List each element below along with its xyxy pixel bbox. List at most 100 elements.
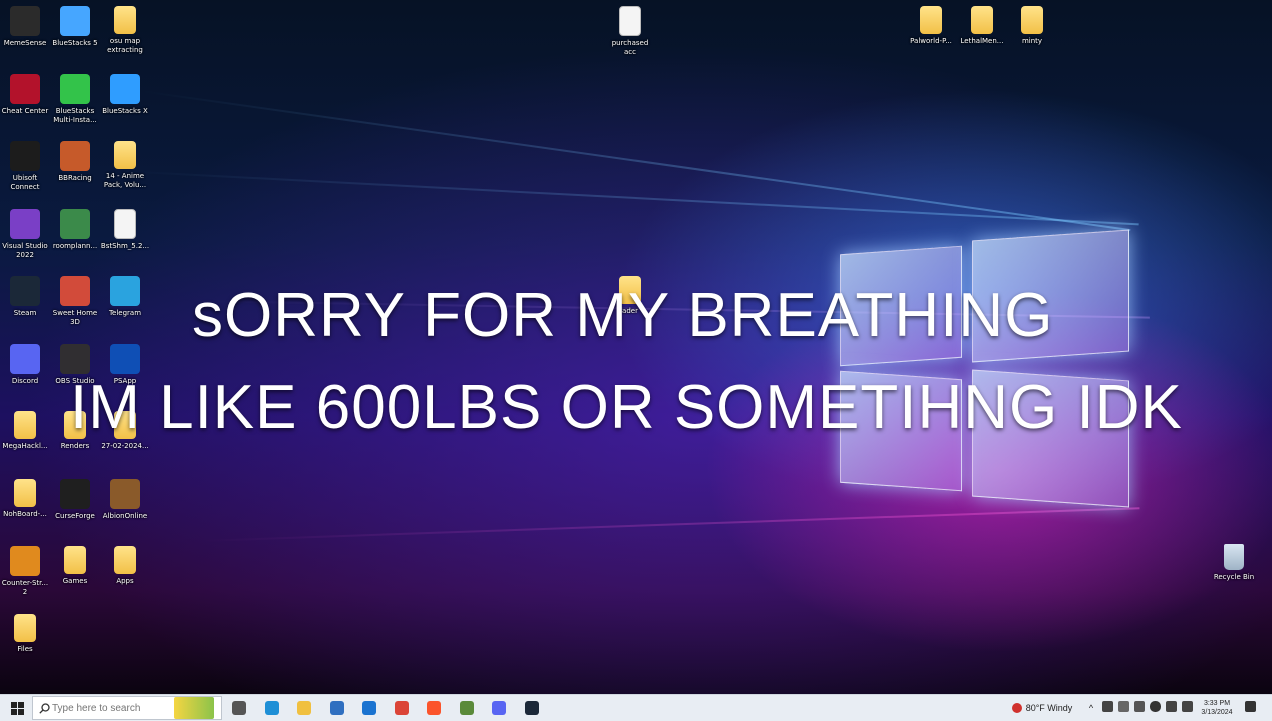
desktop-icon[interactable]: Files	[0, 613, 50, 654]
desktop-icon-label: 27-02-2024...	[101, 442, 149, 450]
taskbar-search[interactable]	[32, 696, 222, 720]
obs-app-icon	[60, 343, 90, 374]
file-icon	[114, 208, 136, 239]
taskbar-app-button[interactable]	[521, 695, 543, 721]
microphone-icon[interactable]	[1150, 701, 1161, 712]
desktop-icon[interactable]: roomplann...	[50, 208, 100, 251]
desktop-icon[interactable]: BlueStacks 5	[50, 6, 100, 48]
tray-app-icon[interactable]	[1102, 701, 1113, 712]
clock[interactable]: 3:33 PM 3/13/2024	[1196, 695, 1238, 721]
recycle-bin[interactable]: Recycle Bin	[1209, 544, 1259, 582]
folder-icon	[14, 613, 36, 642]
desktop-icon[interactable]: Ubisoft Connect	[0, 141, 50, 192]
taskbar: 80°F Windy ^ 3:33 PM 3/13/2024	[0, 694, 1272, 721]
desktop-icon[interactable]: Cheat Center	[0, 73, 50, 116]
discord-taskbar-icon	[492, 701, 506, 715]
taskbar-app-button[interactable]	[456, 695, 478, 721]
desktop-icon[interactable]: LethalMen...	[957, 6, 1007, 46]
task-view-icon	[232, 701, 246, 715]
sweet-home-app-icon	[60, 276, 90, 306]
bluestacks-x-app-icon	[110, 73, 140, 104]
network-icon[interactable]	[1166, 701, 1177, 712]
taskbar-app-button[interactable]	[423, 695, 445, 721]
desktop-icon-label: BBRacing	[58, 174, 92, 182]
taskbar-app-button[interactable]	[326, 695, 348, 721]
search-input[interactable]	[50, 701, 174, 715]
visual-studio-app-icon	[10, 208, 40, 239]
desktop-icon-label: BstShm_5.2...	[100, 241, 150, 250]
game-app-icon	[459, 701, 474, 715]
desktop-icon[interactable]: 14 - Anime Pack, Volu...	[100, 141, 150, 190]
desktop-icon[interactable]: purchased acc	[605, 6, 655, 57]
desktop-icon-label: MemeSense	[3, 39, 47, 47]
weather-text: 80°F Windy	[1025, 703, 1073, 713]
folder-icon	[14, 478, 36, 507]
folder-icon	[14, 411, 36, 439]
taskbar-app-button[interactable]	[488, 695, 510, 721]
counter-strike-app-icon	[10, 546, 40, 576]
desktop[interactable]: MemeSense BlueStacks 5 osu map extracting C…	[0, 0, 1272, 694]
desktop-icon[interactable]: CurseForge	[50, 478, 100, 521]
desktop-icon[interactable]: BstShm_5.2...	[100, 208, 150, 251]
tray-app-icon[interactable]	[1118, 701, 1129, 712]
edge-icon	[264, 701, 279, 715]
desktop-icon[interactable]: BlueStacks X	[100, 73, 150, 116]
taskbar-app-button[interactable]	[261, 695, 283, 721]
desktop-icon-label: Games	[62, 577, 88, 585]
desktop-icon-label: Ubisoft Connect	[10, 174, 40, 191]
desktop-icon-label: Sweet Home 3D	[52, 309, 98, 326]
desktop-icon[interactable]: MegaHackl...	[0, 411, 50, 451]
desktop-icon-label: AlbionOnline	[102, 511, 148, 520]
folder-icon	[920, 6, 942, 34]
search-icon	[39, 702, 50, 714]
start-button[interactable]	[6, 695, 28, 721]
clock-date: 3/13/2024	[1201, 709, 1233, 716]
desktop-icon[interactable]: Telegram	[100, 276, 150, 318]
volume-icon[interactable]	[1182, 701, 1193, 712]
desktop-icon[interactable]: Palworld-P...	[906, 6, 956, 46]
desktop-icon[interactable]: AlbionOnline	[100, 478, 150, 521]
desktop-icon[interactable]: BlueStacks Multi-Insta...	[50, 73, 100, 125]
desktop-icon-label: minty	[1021, 37, 1043, 45]
desktop-icon[interactable]: NohBoard-...	[0, 478, 50, 519]
tray-chevron-up-icon[interactable]: ^	[1086, 695, 1096, 721]
desktop-icon-label: Renders	[60, 442, 90, 450]
taskbar-app-button[interactable]	[293, 695, 315, 721]
desktop-icon-label: MegaHackl...	[2, 442, 48, 450]
desktop-icon-label: Files	[17, 644, 33, 653]
desktop-icon[interactable]: Discord	[0, 343, 50, 386]
desktop-icon-label: Counter-Str... 2	[1, 579, 49, 596]
playstation-app-icon	[110, 343, 140, 374]
app-icon-blue	[329, 701, 344, 715]
weather-widget[interactable]: 80°F Windy	[1004, 695, 1080, 721]
tray-app-icon[interactable]	[1134, 701, 1145, 712]
desktop-icon-label: Apps	[116, 577, 134, 585]
clock-time: 3:33 PM	[1203, 700, 1231, 707]
desktop-icon-label: Palworld-P...	[910, 37, 952, 45]
desktop-icon-label: Cheat Center	[1, 106, 49, 115]
desktop-icon[interactable]: Steam	[0, 276, 50, 318]
desktop-icon[interactable]: BBRacing	[50, 141, 100, 183]
folder-icon	[114, 141, 136, 169]
desktop-icon[interactable]: Apps	[100, 546, 150, 586]
windows-start-icon	[10, 701, 24, 715]
desktop-icon[interactable]: Counter-Str... 2	[0, 546, 50, 597]
windows-logo	[830, 225, 1140, 515]
desktop-icon-label: Visual Studio 2022	[2, 241, 48, 259]
desktop-icon-label: Steam	[13, 309, 37, 317]
taskbar-app-button[interactable]	[358, 695, 380, 721]
desktop-icon[interactable]: Games	[50, 546, 100, 586]
bbracing-app-icon	[60, 141, 90, 171]
desktop-icon-label: Telegram	[108, 309, 142, 317]
folder-icon	[114, 546, 136, 574]
taskbar-app-button[interactable]	[228, 695, 250, 721]
desktop-icon[interactable]: Visual Studio 2022	[0, 208, 50, 260]
desktop-icon[interactable]: Sweet Home 3D	[50, 276, 100, 327]
desktop-icon[interactable]: osu map extracting	[100, 6, 150, 55]
desktop-icon-label: LethalMen...	[960, 37, 1004, 45]
desktop-icon[interactable]: MemeSense	[0, 6, 50, 48]
desktop-icon[interactable]: minty	[1007, 6, 1057, 46]
notification-icon[interactable]	[1245, 701, 1256, 712]
desktop-icon-label: purchased acc	[611, 39, 649, 56]
taskbar-app-button[interactable]	[391, 695, 413, 721]
